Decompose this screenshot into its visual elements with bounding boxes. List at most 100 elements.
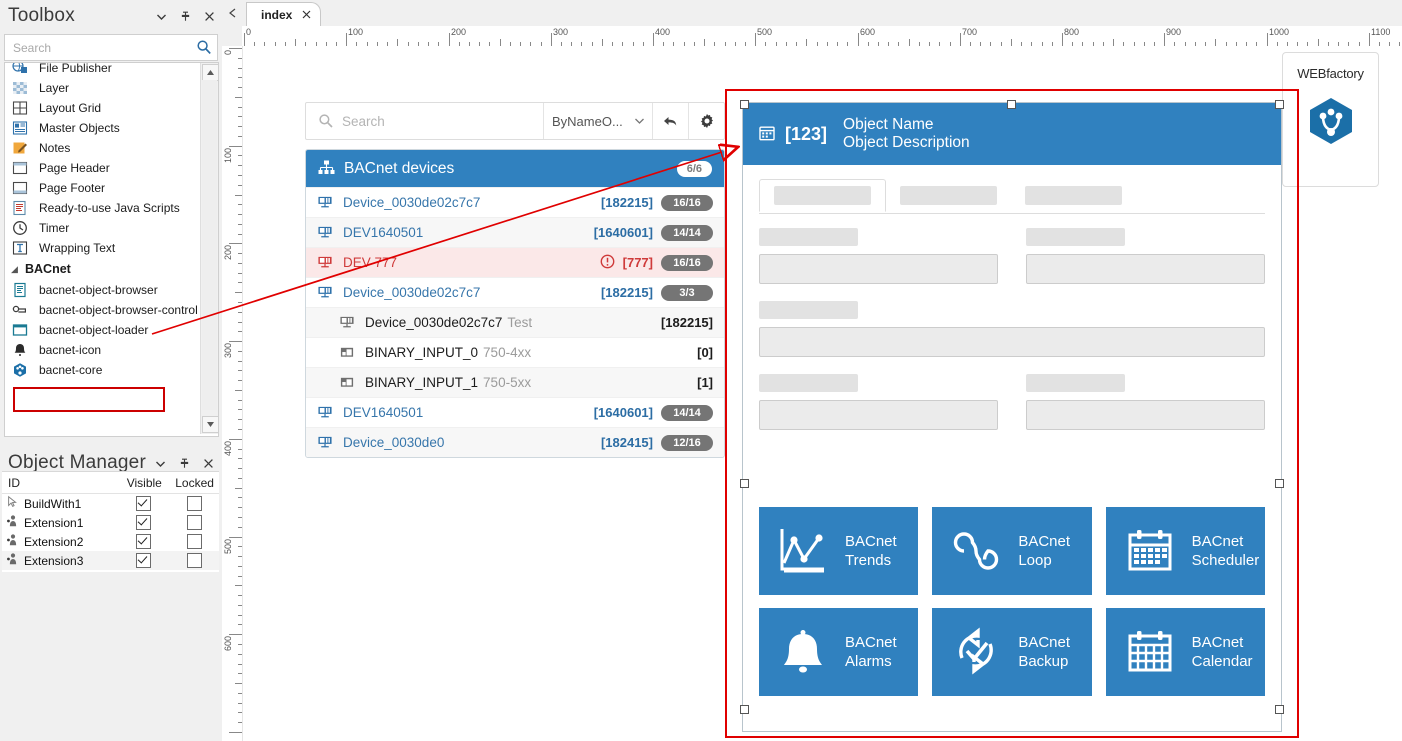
resize-handle-se[interactable] bbox=[1275, 705, 1284, 714]
toolbox-search[interactable] bbox=[4, 34, 218, 61]
extension-icon bbox=[6, 552, 20, 569]
tab-label-skeleton bbox=[900, 186, 997, 205]
bacnet-object-loader-widget[interactable]: [123] Object Name Object Description bbox=[742, 102, 1282, 732]
toolbox-group-bacnet[interactable]: ◢BACnet bbox=[5, 258, 201, 280]
tab-label-skeleton bbox=[1025, 186, 1122, 205]
form-input-3[interactable] bbox=[759, 327, 1265, 357]
object-manager-row[interactable]: Extension2 bbox=[2, 532, 219, 551]
resize-handle-nw[interactable] bbox=[740, 100, 749, 109]
toolbox-item-timer[interactable]: Timer bbox=[5, 218, 201, 238]
tile-label: BACnetCalendar bbox=[1192, 633, 1253, 671]
toolbox-item-ready-to-use-java-scripts[interactable]: Ready-to-use Java Scripts bbox=[5, 198, 201, 218]
device-list-item[interactable]: Device_0030de02c7c7Test[182215] bbox=[306, 307, 724, 337]
scroll-up-icon[interactable] bbox=[202, 64, 219, 81]
toolbox-search-input[interactable] bbox=[11, 38, 185, 58]
locked-checkbox[interactable] bbox=[187, 553, 202, 568]
resize-handle-w[interactable] bbox=[740, 479, 749, 488]
resize-handle-n[interactable] bbox=[1007, 100, 1016, 109]
visible-checkbox[interactable] bbox=[136, 534, 151, 549]
tile-backup[interactable]: BACnetBackup bbox=[932, 608, 1091, 696]
tab-index[interactable]: index bbox=[246, 2, 321, 27]
form-input-2[interactable] bbox=[1026, 254, 1265, 284]
chevron-down-icon[interactable] bbox=[154, 9, 169, 24]
horizontal-ruler: 010020030040050060070080090010001100 bbox=[242, 26, 1402, 47]
sort-order-select[interactable]: ByNameO... bbox=[544, 103, 653, 139]
scrollbar-thumb[interactable] bbox=[202, 80, 217, 410]
toolbox-item-list[interactable]: File PublisherLayerLayout GridMaster Obj… bbox=[4, 62, 219, 437]
expand-triangle-icon[interactable]: ◢ bbox=[11, 264, 25, 275]
device-list-item[interactable]: DEV1640501[1640601]14/14 bbox=[306, 217, 724, 247]
resize-handle-e[interactable] bbox=[1275, 479, 1284, 488]
tab-close-icon[interactable] bbox=[302, 8, 311, 22]
tab-placeholder-3[interactable] bbox=[1011, 179, 1136, 212]
pin-icon[interactable] bbox=[177, 456, 192, 471]
object-manager-row[interactable]: BuildWith1 bbox=[2, 494, 219, 513]
page-header-icon bbox=[11, 160, 29, 176]
form-input-5[interactable] bbox=[1026, 400, 1265, 430]
form-input-1[interactable] bbox=[759, 254, 998, 284]
locked-checkbox[interactable] bbox=[187, 515, 202, 530]
toolbox-item-file-publisher[interactable]: File Publisher bbox=[5, 62, 201, 78]
device-list-item[interactable]: DEV 777[777]16/16 bbox=[306, 247, 724, 277]
toolbox-item-wrapping-text[interactable]: Wrapping Text bbox=[5, 238, 201, 258]
tile-loop[interactable]: BACnetLoop bbox=[932, 507, 1091, 595]
toolbox-item-label: bacnet-object-browser bbox=[39, 283, 158, 297]
tile-calendar[interactable]: BACnetCalendar bbox=[1106, 608, 1265, 696]
device-list-item[interactable]: BINARY_INPUT_1750-5xx[1] bbox=[306, 367, 724, 397]
toolbox-item-bacnet-object-loader[interactable]: bacnet-object-loader bbox=[5, 320, 201, 340]
ruler-tick bbox=[1113, 39, 1114, 46]
tab-placeholder-1[interactable] bbox=[759, 179, 886, 212]
toolbox-item-layout-grid[interactable]: Layout Grid bbox=[5, 98, 201, 118]
toolbox-item-page-header[interactable]: Page Header bbox=[5, 158, 201, 178]
design-canvas[interactable]: Search ByNameO... bbox=[242, 46, 1402, 741]
extension-icon bbox=[6, 533, 20, 550]
toolbox-item-page-footer[interactable]: Page Footer bbox=[5, 178, 201, 198]
visible-checkbox[interactable] bbox=[136, 553, 151, 568]
tab-placeholder-2[interactable] bbox=[886, 179, 1011, 212]
toolbox-item-layer[interactable]: Layer bbox=[5, 78, 201, 98]
ruler-label: 500 bbox=[223, 539, 233, 554]
trend-chart-icon bbox=[777, 525, 829, 577]
close-icon[interactable] bbox=[201, 456, 216, 471]
device-name: DEV1640501 bbox=[343, 405, 423, 420]
settings-gear-button[interactable] bbox=[689, 103, 724, 139]
ruler-tick bbox=[235, 195, 242, 196]
device-list-item[interactable]: Device_0030de02c7c7[182215]3/3 bbox=[306, 277, 724, 307]
toolbox-item-bacnet-icon[interactable]: bacnet-icon bbox=[5, 340, 201, 360]
locked-checkbox[interactable] bbox=[187, 496, 202, 511]
form-input-4[interactable] bbox=[759, 400, 998, 430]
visible-checkbox[interactable] bbox=[136, 515, 151, 530]
tab-scroll-left-icon[interactable] bbox=[226, 6, 240, 20]
tile-scheduler[interactable]: BACnetScheduler bbox=[1106, 507, 1265, 595]
visible-checkbox[interactable] bbox=[136, 496, 151, 511]
toolbox-item-master-objects[interactable]: Master Objects bbox=[5, 118, 201, 138]
device-list-item[interactable]: BINARY_INPUT_0750-4xx[0] bbox=[306, 337, 724, 367]
object-manager-row[interactable]: Extension1 bbox=[2, 513, 219, 532]
tile-trends[interactable]: BACnetTrends bbox=[759, 507, 918, 595]
scroll-down-icon[interactable] bbox=[202, 416, 219, 433]
toolbox-scrollbar[interactable] bbox=[200, 63, 218, 434]
device-list-item[interactable]: Device_0030de02c7c7[182215]16/16 bbox=[306, 187, 724, 217]
resize-handle-ne[interactable] bbox=[1275, 100, 1284, 109]
object-manager-row[interactable]: Extension3 bbox=[2, 551, 219, 570]
toolbox-item-bacnet-object-browser[interactable]: bacnet-object-browser bbox=[5, 280, 201, 300]
locked-checkbox[interactable] bbox=[187, 534, 202, 549]
toolbox-item-notes[interactable]: Notes bbox=[5, 138, 201, 158]
tile-alarms[interactable]: BACnetAlarms bbox=[759, 608, 918, 696]
close-icon[interactable] bbox=[202, 9, 217, 24]
pin-icon[interactable] bbox=[178, 9, 193, 24]
device-list-item[interactable]: DEV1640501[1640601]14/14 bbox=[306, 397, 724, 427]
device-name: DEV1640501 bbox=[343, 225, 423, 240]
toolbox-item-label: bacnet-icon bbox=[39, 343, 101, 357]
device-list: Device_0030de02c7c7[182215]16/16DEV16405… bbox=[306, 187, 724, 457]
toolbox-item-bacnet-object-browser-control[interactable]: bacnet-object-browser-control bbox=[5, 300, 201, 320]
refresh-back-button[interactable] bbox=[653, 103, 689, 139]
device-list-item[interactable]: Device_0030de0[182415]12/16 bbox=[306, 427, 724, 457]
toolbox-item-bacnet-core[interactable]: bacnet-core bbox=[5, 360, 201, 380]
ruler-label: 400 bbox=[653, 27, 670, 37]
chevron-down-icon[interactable] bbox=[153, 456, 168, 471]
ruler-label: 900 bbox=[1164, 27, 1181, 37]
resize-handle-sw[interactable] bbox=[740, 705, 749, 714]
bacnet-device-browser-widget[interactable]: Search ByNameO... bbox=[305, 102, 725, 458]
device-search-field[interactable]: Search bbox=[306, 103, 544, 139]
